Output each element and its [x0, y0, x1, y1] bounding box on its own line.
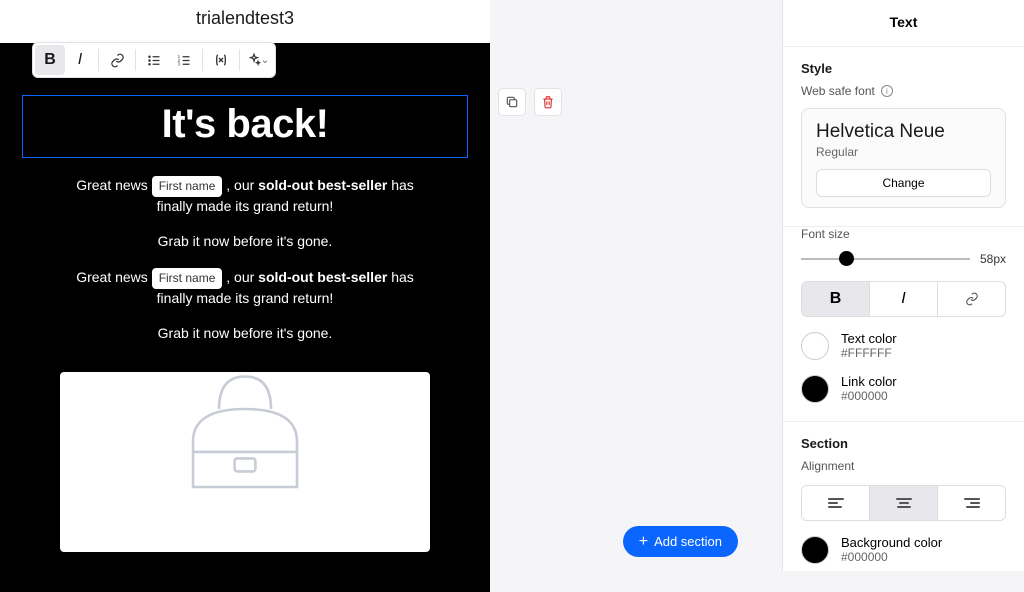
seg-bold[interactable]: B	[802, 282, 869, 316]
headline-block-selected[interactable]: It's back!	[22, 95, 468, 158]
section-section: Section Alignment Background color #0000…	[783, 421, 1024, 571]
ai-button[interactable]: ⌄	[243, 45, 273, 75]
bullet-list-button[interactable]	[139, 45, 169, 75]
fontsize-section: Font size 58px B I Text color #FFFFFF Li…	[783, 226, 1024, 421]
seg-link[interactable]	[937, 282, 1005, 316]
numbered-list-button[interactable]: 123	[169, 45, 199, 75]
alignment-label: Alignment	[801, 459, 1006, 473]
plus-icon: +	[639, 535, 648, 549]
align-right-icon	[964, 498, 980, 508]
paragraph-4[interactable]: Grab it now before it's gone.	[0, 324, 490, 344]
merge-tag-firstname[interactable]: First name	[152, 268, 223, 289]
font-weight: Regular	[816, 145, 991, 159]
paragraph-2[interactable]: Grab it now before it's gone.	[0, 232, 490, 252]
style-label: Style	[801, 47, 1006, 76]
link-color-row[interactable]: Link color #000000	[801, 374, 1006, 403]
align-center[interactable]	[869, 486, 937, 520]
align-left-icon	[828, 498, 844, 508]
svg-text:3: 3	[177, 61, 180, 66]
image-placeholder[interactable]	[60, 372, 430, 552]
document-title: trialendtest3	[0, 0, 490, 43]
fontsize-slider[interactable]: 58px	[801, 249, 1006, 269]
fontsize-value: 58px	[980, 252, 1006, 266]
info-icon[interactable]: i	[881, 85, 893, 97]
headline-text: It's back!	[23, 102, 467, 147]
align-center-icon	[896, 498, 912, 508]
email-canvas: trialendtest3 B I 123 ⌄	[0, 0, 490, 571]
canvas-column: trialendtest3 B I 123 ⌄	[0, 0, 782, 571]
style-section: Style Web safe font i Helvetica Neue Reg…	[783, 46, 1024, 226]
italic-button[interactable]: I	[65, 45, 95, 75]
variable-button[interactable]	[206, 45, 236, 75]
block-actions	[498, 88, 562, 116]
textstyle-segmented: B I	[801, 281, 1006, 317]
text-color-row[interactable]: Text color #FFFFFF	[801, 331, 1006, 360]
font-box: Helvetica Neue Regular Change	[801, 108, 1006, 208]
text-color-swatch[interactable]	[801, 332, 829, 360]
link-color-swatch[interactable]	[801, 375, 829, 403]
sidebar-title: Text	[783, 0, 1024, 46]
bg-color-swatch[interactable]	[801, 536, 829, 564]
chevron-down-icon: ⌄	[261, 55, 269, 66]
email-body[interactable]: It's back! Great news First name , our s…	[0, 43, 490, 592]
paragraph-3[interactable]: Great news First name , our sold-out bes…	[0, 268, 490, 308]
websafe-label: Web safe font i	[801, 84, 1006, 98]
paragraph-1[interactable]: Great news First name , our sold-out bes…	[0, 176, 490, 216]
merge-tag-firstname[interactable]: First name	[152, 176, 223, 197]
bg-color-row[interactable]: Background color #000000	[801, 535, 1006, 564]
font-name: Helvetica Neue	[816, 121, 991, 143]
slider-thumb[interactable]	[839, 251, 854, 266]
add-section-button[interactable]: + Add section	[623, 526, 738, 557]
align-left[interactable]	[802, 486, 869, 520]
duplicate-button[interactable]	[498, 88, 526, 116]
section-label: Section	[801, 422, 1006, 451]
delete-button[interactable]	[534, 88, 562, 116]
fontsize-label: Font size	[801, 227, 1006, 241]
alignment-segmented	[801, 485, 1006, 521]
align-right[interactable]	[937, 486, 1005, 520]
change-font-button[interactable]: Change	[816, 169, 991, 197]
properties-sidebar: Text Style Web safe font i Helvetica Neu…	[782, 0, 1024, 571]
seg-italic[interactable]: I	[869, 282, 937, 316]
link-button[interactable]	[102, 45, 132, 75]
text-toolbar: B I 123 ⌄	[32, 42, 276, 78]
bold-button[interactable]: B	[35, 45, 65, 75]
